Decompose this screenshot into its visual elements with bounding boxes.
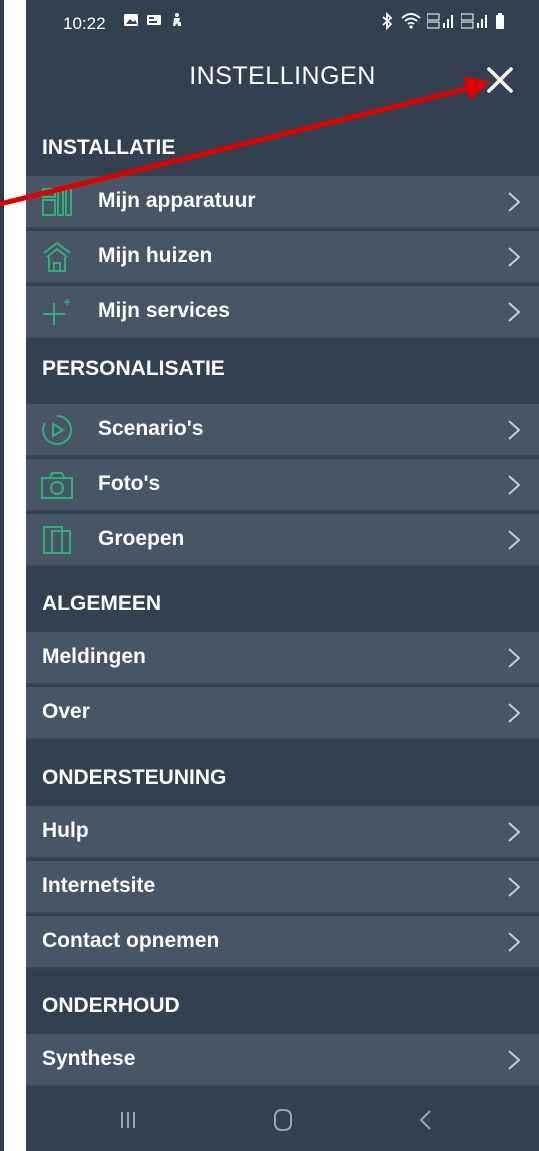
chevron-right-icon: [508, 932, 521, 952]
menu-item-label: Over: [42, 700, 90, 723]
android-navigation-bar: [26, 1088, 539, 1151]
menu-item-mijn-apparatuur[interactable]: Mijn apparatuur: [26, 176, 539, 229]
menu-item-over[interactable]: Over: [26, 687, 539, 740]
left-border-line: [0, 0, 4, 1151]
house-icon: [43, 241, 71, 272]
menu-item-label: Mijn services: [98, 299, 230, 322]
page-title: INSTELLINGEN: [189, 62, 376, 90]
gallery-notification-icon: [124, 14, 138, 26]
status-bar: 10:22: [26, 0, 539, 48]
chevron-right-icon: [508, 420, 521, 440]
chevron-right-icon: [508, 877, 521, 897]
play-circle-icon: [42, 414, 73, 445]
menu-item-meldingen[interactable]: Meldingen: [26, 632, 539, 685]
section-header-onderhoud: ONDERHOUD: [26, 978, 539, 1034]
signal-lte2-icon: [461, 13, 487, 29]
menu-item-hulp[interactable]: Hulp: [26, 806, 539, 859]
menu-item-synthese[interactable]: Synthese: [26, 1034, 539, 1087]
home-icon[interactable]: [263, 1104, 303, 1136]
menu-item-label: Foto's: [98, 472, 161, 495]
menu-item-label: Groepen: [98, 527, 185, 550]
wifi-icon: [401, 13, 421, 29]
settings-screen: 10:22 INSTELLINGEN INSTALLATIE Mijn appa…: [26, 0, 539, 1151]
menu-item-label: Contact opnemen: [42, 929, 220, 952]
chevron-right-icon: [508, 475, 521, 495]
chevron-right-icon: [508, 822, 521, 842]
chevron-right-icon: [508, 648, 521, 668]
close-icon[interactable]: [480, 60, 520, 100]
app-notification-icon: [147, 15, 161, 25]
signal-lte1-icon: [427, 13, 453, 29]
groups-icon: [43, 526, 71, 554]
chevron-right-icon: [508, 247, 521, 267]
back-icon[interactable]: [406, 1104, 446, 1136]
chevron-right-icon: [508, 192, 521, 212]
menu-item-label: Hulp: [42, 819, 89, 842]
menu-item-label: Meldingen: [42, 645, 146, 668]
devices-icon: [42, 188, 72, 216]
menu-item-mijn-huizen[interactable]: Mijn huizen: [26, 231, 539, 284]
section-header-personalisatie: PERSONALISATIE: [26, 341, 539, 397]
plus-icon: [43, 299, 70, 325]
menu-item-label: Scenario's: [98, 417, 204, 440]
menu-item-label: Internetsite: [42, 874, 156, 897]
chevron-right-icon: [508, 1050, 521, 1070]
status-system-icons: [379, 12, 505, 30]
section-header-installatie: INSTALLATIE: [26, 120, 539, 176]
menu-item-label: Mijn apparatuur: [98, 189, 256, 212]
menu-item-groepen[interactable]: Groepen: [26, 514, 539, 567]
menu-item-scenarios[interactable]: Scenario's: [26, 404, 539, 457]
battery-icon: [496, 13, 504, 29]
chevron-right-icon: [508, 530, 521, 550]
chevron-right-icon: [508, 302, 521, 322]
accessibility-notification-icon: [173, 13, 181, 26]
menu-item-contact-opnemen[interactable]: Contact opnemen: [26, 916, 539, 969]
menu-item-fotos[interactable]: Foto's: [26, 459, 539, 512]
menu-item-label: Synthese: [42, 1047, 136, 1070]
recent-apps-icon[interactable]: [108, 1104, 148, 1136]
menu-item-mijn-services[interactable]: Mijn services: [26, 286, 539, 339]
status-time: 10:22: [63, 14, 106, 33]
menu-item-internetsite[interactable]: Internetsite: [26, 861, 539, 914]
status-notification-icons: [123, 12, 185, 28]
menu-item-label: Mijn huizen: [98, 244, 213, 267]
bluetooth-icon: [382, 12, 393, 30]
camera-icon: [41, 472, 73, 499]
section-header-algemeen: ALGEMEEN: [26, 576, 539, 632]
top-bar: INSTELLINGEN: [26, 48, 539, 120]
chevron-right-icon: [508, 703, 521, 723]
section-header-ondersteuning: ONDERSTEUNING: [26, 750, 539, 806]
